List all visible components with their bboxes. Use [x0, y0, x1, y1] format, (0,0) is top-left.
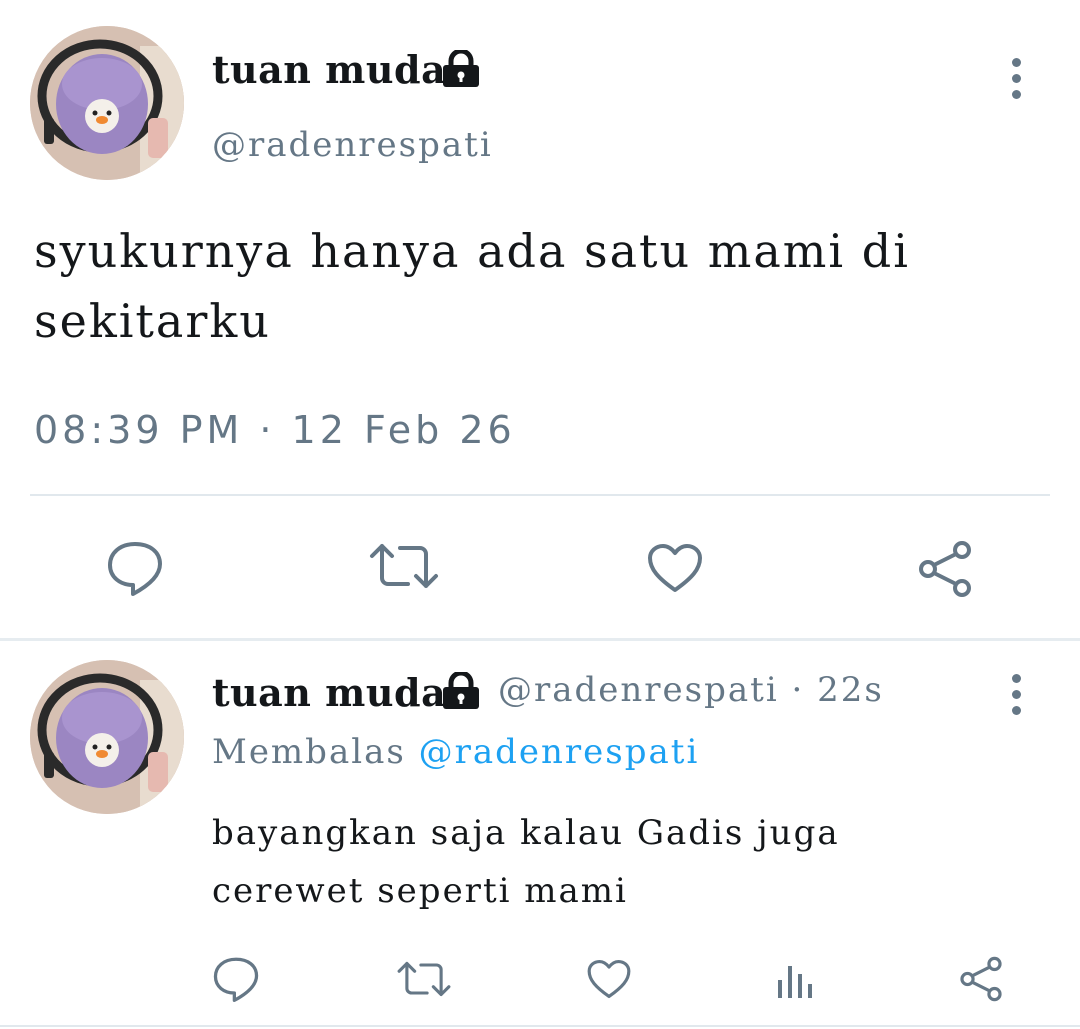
- share-icon[interactable]: [958, 956, 1004, 1002]
- lock-icon: [441, 48, 481, 92]
- retweet-icon[interactable]: [396, 958, 452, 1000]
- reply-age: · 22s: [791, 670, 884, 710]
- section-divider: [0, 638, 1080, 641]
- retweet-icon[interactable]: [368, 540, 440, 592]
- analytics-icon[interactable]: [776, 958, 816, 1000]
- replying-to: Membalas @radenrespati: [212, 732, 699, 772]
- avatar[interactable]: [30, 26, 184, 180]
- reply-icon[interactable]: [212, 956, 260, 1002]
- author-name-text[interactable]: tuan muda: [212, 47, 446, 92]
- reply-handle-text[interactable]: @radenrespati: [498, 670, 779, 710]
- divider: [0, 1025, 1080, 1027]
- reply-icon[interactable]: [106, 540, 164, 596]
- reply-author-name[interactable]: tuan muda: [212, 670, 446, 715]
- heart-icon[interactable]: [646, 542, 704, 594]
- author-name[interactable]: tuan muda: [212, 47, 446, 92]
- share-icon[interactable]: [916, 540, 974, 598]
- tweet-timestamp[interactable]: 08:39 PM · 12 Feb 26: [34, 408, 516, 452]
- author-handle[interactable]: @radenrespati: [212, 125, 493, 165]
- replying-label: Membalas: [212, 732, 406, 772]
- more-vertical-icon[interactable]: [1012, 58, 1021, 106]
- replying-mention-link[interactable]: @radenrespati: [419, 732, 700, 772]
- lock-icon: [441, 670, 481, 714]
- divider: [30, 494, 1050, 496]
- reply-text: bayangkan saja kalau Gadis juga cerewet …: [212, 813, 840, 911]
- reply-avatar[interactable]: [30, 660, 184, 814]
- heart-icon[interactable]: [586, 958, 632, 1000]
- reply-author-handle[interactable]: @radenrespati · 22s: [498, 670, 884, 710]
- more-vertical-icon[interactable]: [1012, 674, 1021, 722]
- tweet-text: syukurnya hanya ada satu mami di sekitar…: [34, 224, 910, 348]
